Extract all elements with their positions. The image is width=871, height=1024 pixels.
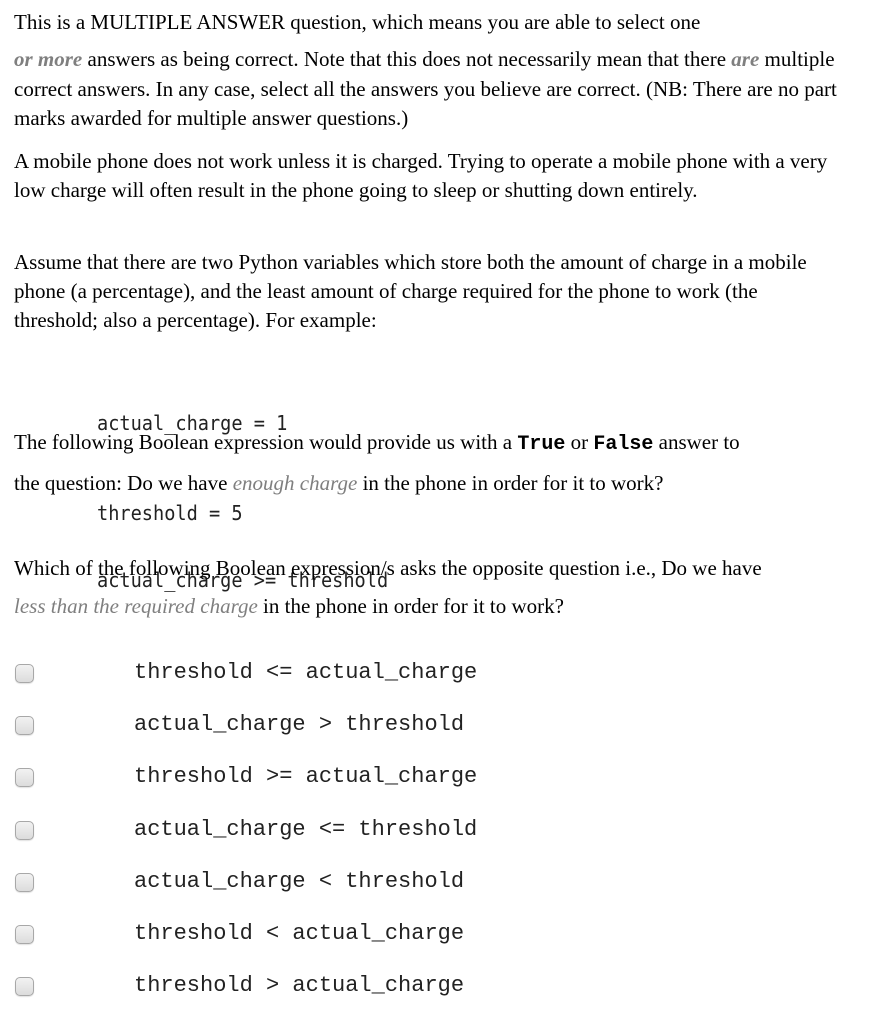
answer-option-5[interactable]: actual_charge < threshold bbox=[0, 864, 871, 916]
answer-checkbox-4[interactable] bbox=[15, 820, 34, 840]
context-text-2: Assume that there are two Python variabl… bbox=[14, 250, 807, 332]
boolean-intro-text-1: The following Boolean expression would p… bbox=[14, 430, 518, 454]
intro-text-1: This is a MULTIPLE ANSWER question, whic… bbox=[14, 10, 701, 34]
answer-options-list: threshold <= actual_charge actual_charge… bbox=[0, 655, 871, 1020]
answer-option-7[interactable]: threshold > actual_charge bbox=[0, 968, 871, 1020]
question-text-1: Which of the following Boolean expressio… bbox=[14, 556, 762, 580]
answer-label-2[interactable]: actual_charge > threshold bbox=[134, 710, 464, 740]
answer-label-7[interactable]: threshold > actual_charge bbox=[134, 971, 464, 1001]
emphasis-are: are bbox=[731, 47, 760, 71]
answer-label-5[interactable]: actual_charge < threshold bbox=[134, 867, 464, 897]
answer-label-4[interactable]: actual_charge <= threshold bbox=[134, 815, 477, 845]
answer-checkbox-5[interactable] bbox=[15, 872, 34, 892]
emphasis-or-more: or more bbox=[14, 47, 83, 71]
answer-option-1[interactable]: threshold <= actual_charge bbox=[0, 655, 871, 707]
answer-checkbox-1[interactable] bbox=[15, 664, 34, 683]
answer-option-2[interactable]: actual_charge > threshold bbox=[0, 707, 871, 759]
intro-text-2: answers as being correct. Note that this… bbox=[82, 47, 732, 71]
answer-checkbox-3[interactable] bbox=[15, 768, 34, 788]
context-text-1: A mobile phone does not work unless it i… bbox=[14, 149, 828, 202]
answer-option-4[interactable]: actual_charge <= threshold bbox=[0, 812, 871, 864]
intro-paragraph: or more answers as being correct. Note t… bbox=[14, 45, 844, 134]
boolean-intro-text-4: in the phone in order for it to work? bbox=[357, 471, 664, 495]
false-keyword: False bbox=[593, 433, 654, 456]
answer-label-6[interactable]: threshold < actual_charge bbox=[134, 919, 464, 949]
answer-option-3[interactable]: threshold >= actual_charge bbox=[0, 759, 871, 811]
emphasis-enough-charge: enough charge bbox=[232, 471, 358, 495]
answer-label-1[interactable]: threshold <= actual_charge bbox=[134, 658, 477, 688]
boolean-intro-text-3: the question: Do we have bbox=[14, 471, 233, 495]
answer-checkbox-2[interactable] bbox=[15, 716, 34, 736]
question-text-2: in the phone in order for it to work? bbox=[257, 594, 564, 618]
context-paragraph-1: A mobile phone does not work unless it i… bbox=[14, 147, 844, 205]
answer-checkbox-7[interactable] bbox=[15, 977, 34, 997]
question-paragraph: Which of the following Boolean expressio… bbox=[14, 549, 844, 625]
answer-option-6[interactable]: threshold < actual_charge bbox=[0, 916, 871, 968]
intro-line-1: This is a MULTIPLE ANSWER question, whic… bbox=[14, 8, 844, 37]
boolean-intro-paragraph: The following Boolean expression would p… bbox=[14, 423, 844, 502]
boolean-intro-or: or bbox=[565, 430, 594, 454]
emphasis-less-than-required: less than the required charge bbox=[14, 594, 258, 618]
boolean-intro-text-2: answer to bbox=[653, 430, 740, 454]
context-paragraph-2: Assume that there are two Python variabl… bbox=[14, 248, 844, 335]
true-keyword: True bbox=[517, 433, 566, 456]
answer-checkbox-6[interactable] bbox=[15, 924, 34, 944]
answer-label-3[interactable]: threshold >= actual_charge bbox=[134, 762, 477, 792]
